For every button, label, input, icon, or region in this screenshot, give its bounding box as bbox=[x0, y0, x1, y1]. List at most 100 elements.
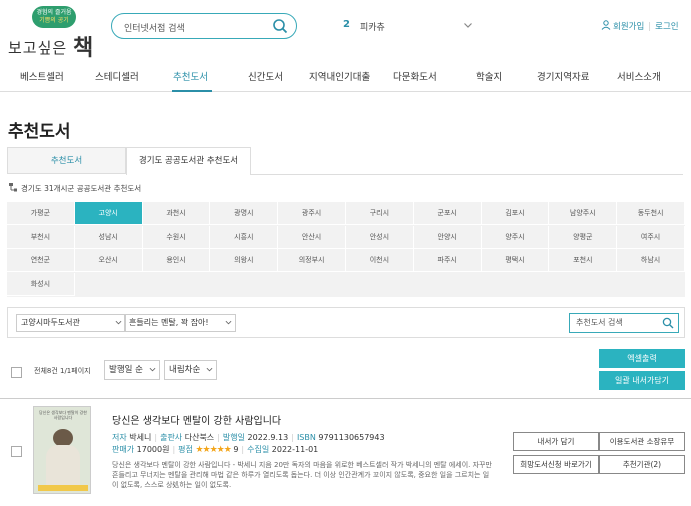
city-cell[interactable]: 구리시 bbox=[346, 202, 414, 225]
nav-item-bestseller[interactable]: 베스트셀러 bbox=[20, 69, 64, 83]
pubdate-value: 2022.9.13 bbox=[247, 433, 289, 442]
city-cell[interactable]: 하남시 bbox=[617, 249, 685, 272]
recommending-libraries-button[interactable]: 추천기관(2) bbox=[599, 455, 685, 474]
chevron-down-icon bbox=[225, 320, 232, 325]
city-cell[interactable]: 동두천시 bbox=[617, 202, 685, 225]
city-cell[interactable]: 안산시 bbox=[278, 225, 346, 249]
rating-label: 평점 bbox=[178, 445, 193, 454]
city-cell[interactable]: 의정부시 bbox=[278, 249, 346, 272]
trending-word: 피카츄 bbox=[360, 23, 385, 33]
nav-item-new-books[interactable]: 신간도서 bbox=[248, 69, 283, 83]
city-cell[interactable]: 광명시 bbox=[210, 202, 279, 225]
sort-order-select[interactable]: 내림차순 bbox=[164, 360, 217, 380]
city-cell[interactable]: 가평군 bbox=[7, 202, 75, 225]
city-cell[interactable]: 이천시 bbox=[346, 249, 414, 272]
filter-bar: 고양시마두도서관 흔들리는 멘탈, 꽉 잡아! 추천도서 검색 bbox=[7, 307, 685, 338]
book-title[interactable]: 당신은 생각보다 멘탈이 강한 사람입니다 bbox=[112, 412, 281, 427]
divider: | bbox=[241, 445, 245, 454]
sort-field-select[interactable]: 발행일 순 bbox=[104, 360, 160, 380]
main-nav: 베스트셀러 스테디셀러 추천도서 신간도서 지역내인기대출 다문화도서 학술지 … bbox=[0, 60, 691, 92]
city-cell[interactable]: 양주시 bbox=[481, 225, 550, 249]
city-cell[interactable]: 여주시 bbox=[617, 225, 685, 249]
signup-link[interactable]: 회원가입 bbox=[613, 22, 644, 32]
member-links: 회원가입 | 로그인 bbox=[601, 20, 679, 32]
book-checkbox[interactable] bbox=[11, 446, 22, 457]
city-cell[interactable]: 연천군 bbox=[7, 249, 75, 272]
nav-active-indicator bbox=[172, 90, 212, 92]
library-select-value: 고양시마두도서관 bbox=[21, 318, 80, 327]
collected-label: 수집일 bbox=[247, 445, 270, 454]
tree-icon bbox=[9, 183, 17, 192]
login-link[interactable]: 로그인 bbox=[655, 22, 678, 32]
bulk-add-shelf-button[interactable]: 일괄 내서가담기 bbox=[599, 371, 685, 390]
bookstore-search-input[interactable]: 인터넷서점 검색 bbox=[111, 13, 297, 39]
logo-badge-line1: 경험의 즐거움 bbox=[36, 9, 72, 16]
recommended-search-input[interactable]: 추천도서 검색 bbox=[569, 313, 679, 333]
city-cell[interactable]: 화성시 bbox=[7, 272, 75, 296]
city-cell[interactable]: 안성시 bbox=[346, 225, 414, 249]
city-cell[interactable]: 부천시 bbox=[7, 225, 75, 249]
search-icon[interactable] bbox=[662, 317, 674, 329]
trending-rank: 2 bbox=[343, 19, 350, 30]
city-cell[interactable]: 용인시 bbox=[142, 249, 211, 272]
select-all-checkbox[interactable] bbox=[11, 367, 22, 378]
city-cell[interactable]: 수원시 bbox=[142, 225, 211, 249]
city-cell[interactable]: 양평군 bbox=[549, 225, 618, 249]
city-cell[interactable]: 오산시 bbox=[74, 249, 143, 272]
city-cell[interactable]: 평택시 bbox=[481, 249, 550, 272]
book-description: 당신은 생각보다 멘탈이 강한 사람입니다 - 박세니 지음 20만 독자의 마… bbox=[112, 461, 492, 489]
tab-divider bbox=[251, 174, 683, 175]
city-cell[interactable]: 성남시 bbox=[74, 225, 143, 249]
city-cell[interactable]: 광주시 bbox=[278, 202, 346, 225]
city-cell[interactable]: 남양주시 bbox=[549, 202, 618, 225]
book-meta-line1: 저자 박세니 | 출판사 다산북스 | 발행일 2022.9.13 | ISBN 97911… bbox=[112, 432, 385, 443]
book-meta-line2: 판매가 17000원 | 평점 ★★★★★ 9 | 수집일 2022-11-01 bbox=[112, 444, 318, 455]
nav-item-steadyseller[interactable]: 스테디셀러 bbox=[95, 69, 139, 83]
request-book-button[interactable]: 희망도서신청 바로가기 bbox=[513, 455, 599, 474]
booklist-select[interactable]: 흔들리는 멘탈, 꽉 잡아! bbox=[124, 314, 236, 332]
logo-badge: 경험의 즐거움 기쁨의 공기 bbox=[32, 6, 76, 28]
nav-item-journals[interactable]: 학술지 bbox=[476, 69, 502, 83]
chevron-down-icon[interactable] bbox=[463, 20, 473, 30]
city-cell[interactable]: 고양시 bbox=[74, 202, 143, 225]
city-cell[interactable]: 안양시 bbox=[413, 225, 482, 249]
library-holdings-button[interactable]: 이용도서관 소장유무 bbox=[599, 432, 685, 451]
nav-item-service-intro[interactable]: 서비스소개 bbox=[617, 69, 661, 83]
book-cover[interactable]: 당신은 생각보다 멘탈이 강한 사람입니다 bbox=[33, 406, 91, 494]
city-cell[interactable]: 의왕시 bbox=[210, 249, 279, 272]
city-cell[interactable]: 포천시 bbox=[549, 249, 618, 272]
search-icon[interactable] bbox=[272, 18, 288, 34]
nav-item-popular-loans[interactable]: 지역내인기대출 bbox=[309, 69, 370, 83]
booklist-select-value: 흔들리는 멘탈, 꽉 잡아! bbox=[129, 318, 209, 327]
nav-item-regional[interactable]: 경기지역자료 bbox=[537, 69, 589, 83]
pubdate-label: 발행일 bbox=[222, 433, 245, 442]
excel-export-button[interactable]: 엑셀출력 bbox=[599, 349, 685, 368]
publisher-value: 다산북스 bbox=[184, 433, 215, 442]
library-select[interactable]: 고양시마두도서관 bbox=[16, 314, 126, 332]
logo-text-bold: 책 bbox=[72, 36, 95, 61]
add-to-shelf-button[interactable]: 내서가 담기 bbox=[513, 432, 599, 451]
logo-text: 보고싶은 책 bbox=[8, 28, 95, 61]
city-cell[interactable]: 김포시 bbox=[481, 202, 550, 225]
user-icon bbox=[601, 20, 611, 30]
city-cell[interactable]: 군포시 bbox=[413, 202, 482, 225]
site-header: 경험의 즐거움 기쁨의 공기 보고싶은 책 인터넷서점 검색 2 피카츄 회원가… bbox=[0, 0, 691, 61]
tab-recommended[interactable]: 추천도서 bbox=[7, 147, 126, 174]
author-label: 저자 bbox=[112, 433, 127, 442]
nav-item-multicultural[interactable]: 다문화도서 bbox=[393, 69, 437, 83]
city-cell[interactable]: 파주시 bbox=[413, 249, 482, 272]
city-cell[interactable]: 과천시 bbox=[142, 202, 211, 225]
publisher-label: 출판사 bbox=[160, 433, 183, 442]
recommended-search-placeholder: 추천도서 검색 bbox=[576, 318, 623, 327]
search-placeholder: 인터넷서점 검색 bbox=[124, 24, 185, 34]
divider: | bbox=[154, 433, 158, 442]
cover-band bbox=[38, 485, 88, 491]
trending-keyword[interactable]: 2 피카츄 bbox=[343, 19, 473, 35]
divider: | bbox=[648, 22, 652, 32]
city-cell[interactable]: 시흥시 bbox=[210, 225, 279, 249]
result-count: 전체8건 1/1페이지 bbox=[34, 367, 91, 375]
chevron-down-icon bbox=[206, 367, 213, 372]
nav-item-recommended[interactable]: 추천도서 bbox=[173, 69, 208, 83]
site-logo[interactable]: 경험의 즐거움 기쁨의 공기 보고싶은 책 bbox=[8, 6, 103, 61]
tab-gyeonggi-library[interactable]: 경기도 공공도서관 추천도서 bbox=[126, 147, 251, 175]
